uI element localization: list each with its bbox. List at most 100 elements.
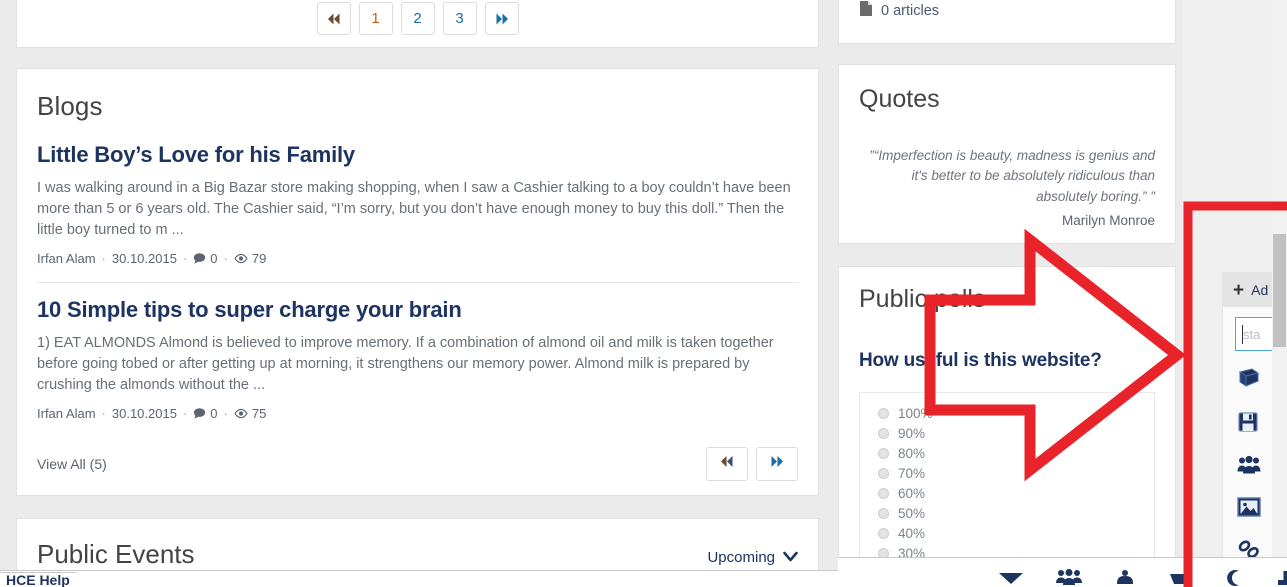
blog-post-meta: Irfan Alam · 30.10.2015 · 0 · [37, 251, 798, 266]
blog-comments: 0 [193, 251, 218, 267]
app-page: 1 2 3 Blogs Little Boy’s Love for his Fa… [0, 0, 1287, 587]
poll-option-label: 100% [898, 405, 933, 421]
radio-icon[interactable] [878, 487, 889, 499]
pagination-prev-button[interactable] [316, 2, 351, 35]
blog-views: 79 [234, 251, 266, 266]
radio-icon[interactable] [878, 467, 889, 479]
chevron-down-icon [783, 549, 798, 566]
poll-option[interactable]: 40% [878, 523, 1154, 543]
text-caret [1242, 325, 1243, 344]
poll-option-label: 80% [898, 445, 926, 461]
double-chevron-right-icon [769, 455, 785, 473]
moon-icon[interactable] [1226, 569, 1244, 587]
double-chevron-left-icon [326, 12, 342, 26]
poll-option[interactable]: 70% [878, 463, 1154, 483]
blog-author[interactable]: Irfan Alam [37, 406, 96, 421]
poll-option[interactable]: 80% [878, 443, 1154, 463]
blog-post-title[interactable]: Little Boy’s Love for his Family [37, 142, 798, 168]
radio-icon[interactable] [878, 507, 889, 519]
add-panel-label: Ad [1251, 282, 1269, 298]
cart-icon[interactable] [1168, 569, 1194, 587]
quotes-card: Quotes ”“Imperfection is beauty, madness… [838, 64, 1176, 244]
public-polls-card: Public polls How useful is this website?… [838, 266, 1176, 587]
poll-option-label: 60% [898, 485, 926, 501]
meta-separator: · [223, 406, 228, 422]
bottom-left-strip [0, 570, 838, 587]
blogs-panel-title: Blogs [37, 91, 103, 121]
meta-separator: · [223, 251, 228, 267]
poll-option-label: 50% [898, 505, 926, 521]
pagination-page-1[interactable]: 1 [358, 2, 393, 35]
blog-post-meta: Irfan Alam · 30.10.2015 · 0 · [37, 406, 798, 421]
poll-options-list: 100% 90% 80% 70% 60% 50% 40% 30% [859, 392, 1155, 583]
events-filter-label: Upcoming [707, 549, 775, 566]
public-events-header: Public Events Upcoming [37, 519, 798, 570]
public-polls-title: Public polls [859, 285, 986, 313]
view-all-blogs-link[interactable]: View All (5) [37, 456, 107, 472]
blog-post-excerpt: 1) EAT ALMONDS Almond is believed to imp… [37, 335, 774, 394]
blogs-next-button[interactable] [756, 447, 798, 482]
document-icon [859, 0, 873, 21]
envelope-icon[interactable] [998, 569, 1024, 587]
meta-separator: · [182, 251, 188, 267]
blog-date: 30.10.2015 [111, 251, 177, 267]
poll-option[interactable]: 60% [878, 483, 1154, 503]
double-chevron-left-icon [719, 455, 735, 473]
poll-option-label: 70% [898, 465, 926, 481]
eye-icon [234, 253, 248, 264]
poll-option-label: 90% [898, 425, 926, 441]
hce-help-link[interactable]: HCE Help [0, 572, 76, 587]
quote-author: Marilyn Monroe [1061, 212, 1155, 228]
radio-icon[interactable] [878, 447, 889, 459]
view-count: 75 [251, 406, 267, 422]
meta-separator: · [101, 406, 106, 422]
pagination-page-label: 1 [371, 10, 380, 27]
pagination-page-label: 2 [413, 10, 422, 27]
blogs-footer: View All (5) [37, 435, 798, 482]
poll-option[interactable]: 100% [878, 403, 1154, 423]
eye-icon [234, 408, 248, 419]
radio-icon[interactable] [878, 527, 889, 539]
articles-count-row[interactable]: 0 articles [859, 0, 939, 43]
quotes-title: Quotes [859, 85, 940, 113]
pagination-page-3[interactable]: 3 [442, 2, 477, 35]
users-icon[interactable] [1056, 569, 1082, 587]
blog-comments: 0 [193, 406, 218, 422]
bell-icon[interactable] [1114, 569, 1136, 587]
blogs-prev-button[interactable] [706, 447, 748, 482]
plus-icon[interactable] [1276, 569, 1287, 587]
page-scrollbar-thumb[interactable] [1273, 234, 1286, 347]
comment-bubble-icon [193, 252, 206, 265]
comment-bubble-icon [193, 407, 206, 420]
pagination-page-label: 3 [455, 10, 464, 27]
blog-post-excerpt: I was walking around in a Big Bazar stor… [37, 180, 791, 239]
page-scrollbar-track[interactable] [1272, 0, 1287, 587]
meta-separator: · [182, 406, 188, 422]
blog-post-item: Little Boy’s Love for his Family I was w… [37, 128, 798, 266]
poll-question: How useful is this website? [859, 350, 1102, 371]
meta-separator: · [101, 251, 106, 267]
pagination-card: 1 2 3 [16, 0, 819, 48]
blog-author[interactable]: Irfan Alam [37, 251, 96, 266]
poll-option[interactable]: 50% [878, 503, 1154, 523]
blog-post-item: 10 Simple tips to super charge your brai… [37, 282, 798, 421]
view-count: 79 [251, 251, 267, 267]
pagination-page-2[interactable]: 2 [400, 2, 435, 35]
poll-option[interactable]: 90% [878, 423, 1154, 443]
comment-count: 0 [210, 406, 218, 422]
blogs-card: Blogs Little Boy’s Love for his Family I… [16, 68, 819, 496]
blog-date: 30.10.2015 [111, 406, 177, 422]
public-events-title: Public Events [37, 539, 195, 569]
blog-post-title[interactable]: 10 Simple tips to super charge your brai… [37, 297, 798, 323]
radio-icon[interactable] [878, 407, 889, 419]
articles-card: 0 articles [838, 0, 1176, 44]
blog-views: 75 [234, 406, 266, 421]
pagination-next-button[interactable] [484, 2, 519, 35]
double-chevron-right-icon [494, 12, 510, 26]
bottom-toolbar [838, 557, 1287, 587]
comment-count: 0 [210, 251, 218, 267]
events-filter-dropdown[interactable]: Upcoming [707, 549, 798, 570]
pagination: 1 2 3 [316, 2, 519, 35]
plus-icon: + [1233, 279, 1245, 301]
radio-icon[interactable] [878, 427, 889, 439]
